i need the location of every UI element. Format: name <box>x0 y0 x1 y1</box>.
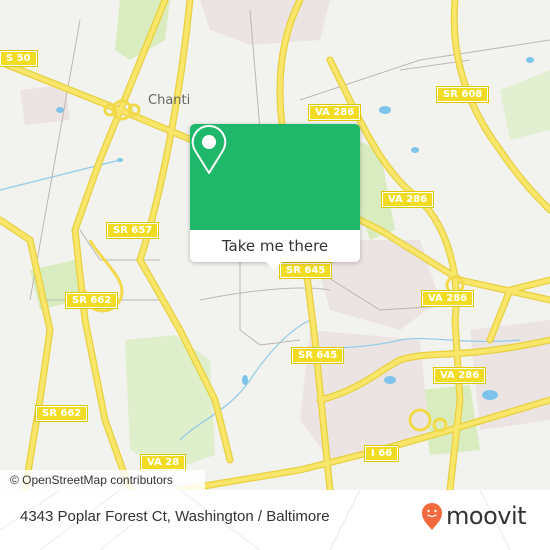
road-shield-va286: VA 286 <box>432 367 487 384</box>
park-area <box>500 70 550 140</box>
park-area <box>125 335 215 470</box>
brand-name: moovit <box>446 502 527 530</box>
address-label: 4343 Poplar Forest Ct, Washington / Balt… <box>20 508 330 525</box>
map[interactable]: Chanti S 50 VA 286 SR 608 VA 286 SR 657 … <box>0 0 550 490</box>
road-shield-va286: VA 286 <box>380 191 435 208</box>
moovit-pin-icon <box>422 503 442 530</box>
map-attribution[interactable]: © OpenStreetMap contributors <box>0 470 205 490</box>
moovit-logo[interactable]: moovit <box>420 498 527 534</box>
residential-area <box>200 0 330 45</box>
road-shield-va286: VA 286 <box>420 290 475 307</box>
road-shield-sr662: SR 662 <box>64 292 119 309</box>
place-label-chantilly: Chanti <box>148 93 191 108</box>
road-shield-i66: I 66 <box>363 445 400 462</box>
road-shield-sr608: SR 608 <box>435 86 490 103</box>
road-shield-sr657: SR 657 <box>105 222 160 239</box>
road-shield-sr645: SR 645 <box>290 347 345 364</box>
road-shield-va286: VA 286 <box>307 104 362 121</box>
popup-tail <box>266 262 282 270</box>
footer: 4343 Poplar Forest Ct, Washington / Balt… <box>0 490 550 550</box>
location-popup: Take me there <box>190 124 360 270</box>
take-me-there-button[interactable]: Take me there <box>190 230 360 262</box>
road-shield-va28: VA 28 <box>139 454 187 471</box>
road-shield-sr645: SR 645 <box>278 262 333 279</box>
popup-header <box>190 124 360 230</box>
road-shield-us50: S 50 <box>0 50 38 67</box>
location-pin-icon <box>191 125 227 174</box>
road-shield-sr662: SR 662 <box>34 405 89 422</box>
